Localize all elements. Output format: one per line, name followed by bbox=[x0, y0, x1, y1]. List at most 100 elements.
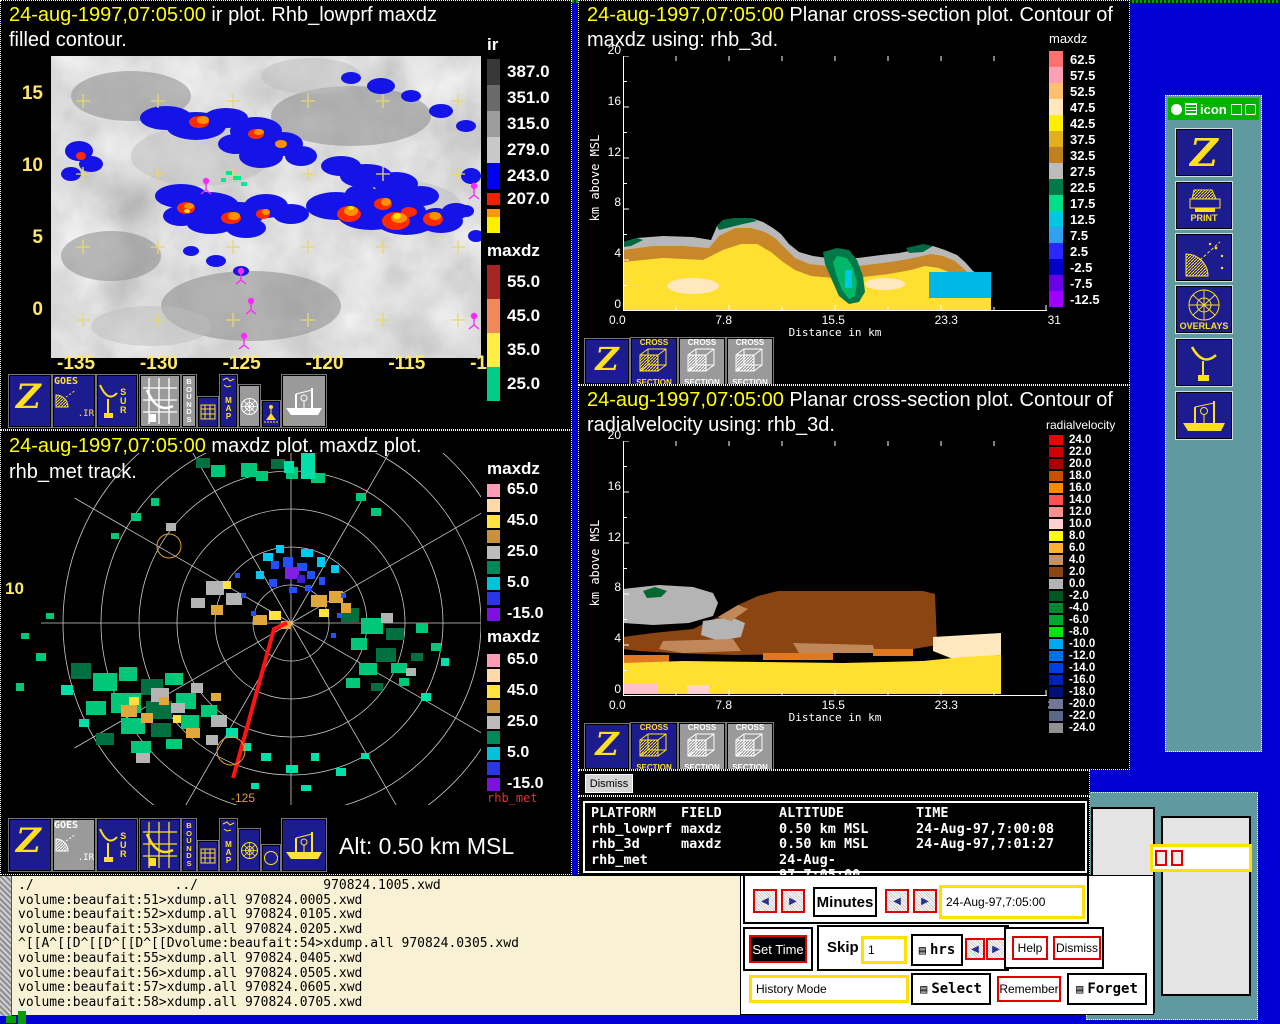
time-control-window: ◀ ▶ Minutes ◀ ▶ 24-Aug-97,7:05:00 Set Ti… bbox=[740, 875, 1154, 1015]
polar-grid-button[interactable] bbox=[239, 829, 260, 871]
dismiss-button[interactable]: Dismiss bbox=[585, 774, 633, 793]
grid-radar-button[interactable] bbox=[140, 819, 180, 871]
radar-dish-icon bbox=[98, 825, 120, 865]
remember-button[interactable]: Remember bbox=[997, 976, 1061, 1002]
xs2-plot[interactable] bbox=[623, 441, 1047, 696]
ppi-colorbar1-title: maxdz bbox=[487, 459, 540, 479]
goes-ir-button[interactable]: GOES .IR bbox=[53, 819, 95, 871]
table-row: rhb_lowprfmaxdz 0.50 km MSL24-Aug-97,7:0… bbox=[591, 822, 1083, 838]
zebra-logo-button[interactable]: Z bbox=[9, 375, 51, 427]
z-logo-icon: Z bbox=[1190, 134, 1218, 172]
overlays-button[interactable]: OVERLAYS bbox=[1176, 286, 1232, 333]
zebra-logo-button[interactable]: Z bbox=[1176, 129, 1232, 176]
sur-radar-button[interactable]: SUR bbox=[97, 819, 137, 871]
circle-button[interactable] bbox=[262, 845, 280, 871]
ppi-colorbar1: 65.045.025.05.0-15.0 bbox=[487, 481, 543, 623]
buoy-button[interactable] bbox=[262, 401, 280, 427]
print-button[interactable]: PRINT bbox=[1176, 182, 1232, 229]
cube-icon bbox=[686, 733, 718, 759]
skip-back-button[interactable]: ◀ bbox=[965, 938, 985, 960]
dismiss-button[interactable]: Dismiss bbox=[1053, 936, 1101, 960]
window-maximize-icon[interactable] bbox=[1245, 104, 1256, 115]
terminal-scrollbar[interactable] bbox=[0, 876, 12, 1016]
skip-forward-button[interactable]: ▶ bbox=[986, 938, 1006, 960]
xs1-colorbar-title: maxdz bbox=[1049, 31, 1087, 46]
menu-icon: ▤ bbox=[919, 944, 926, 956]
step-forward-button[interactable]: ▶ bbox=[781, 889, 805, 913]
units-menu-button[interactable]: ▤hrs bbox=[911, 934, 963, 966]
xs1-plot[interactable] bbox=[623, 56, 1047, 311]
help-dismiss-panel: Help Dismiss bbox=[1004, 927, 1104, 969]
goes-ir-label: .IR bbox=[54, 409, 94, 419]
background-time-field[interactable] bbox=[1150, 844, 1252, 872]
minutes-back-button[interactable]: ◀ bbox=[885, 889, 909, 913]
ship-button[interactable] bbox=[282, 819, 326, 871]
cross-section-button[interactable]: CROSS SECTION bbox=[679, 338, 725, 385]
cube-icon bbox=[638, 733, 670, 759]
skip-input-field[interactable]: 1 bbox=[861, 936, 907, 964]
cross-section-button[interactable]: CROSS SECTION bbox=[679, 723, 725, 770]
icon-panel-title: icon bbox=[1200, 102, 1228, 117]
polar-grid-button[interactable] bbox=[239, 385, 260, 427]
terminal-text: ./ ../ 970824.1005.xwdvolume:beaufait:51… bbox=[18, 879, 519, 1010]
buoy-icon bbox=[264, 404, 278, 424]
cross-section-button[interactable]: CROSS SECTION bbox=[727, 723, 773, 770]
select-button[interactable]: ▤Select bbox=[911, 973, 991, 1005]
cross-section-button-active[interactable]: CROSS SECTION bbox=[631, 338, 677, 385]
radar-antenna-button[interactable] bbox=[1176, 339, 1232, 386]
help-button[interactable]: Help bbox=[1012, 936, 1048, 960]
background-button-fragment bbox=[1155, 850, 1167, 866]
cross-section-button-active[interactable]: CROSS SECTION bbox=[631, 723, 677, 770]
xs1-title-line2: maxdz using: rhb_3d. bbox=[587, 29, 778, 52]
terminal-window[interactable]: ./ ../ 970824.1005.xwdvolume:beaufait:51… bbox=[0, 875, 742, 1015]
set-time-button[interactable]: Set Time bbox=[749, 935, 807, 963]
platform-table-window: PLATFORM FIELD ALTITUDE TIME rhb_lowprfm… bbox=[578, 796, 1090, 878]
ppi-title-line2: rhb_met track. bbox=[9, 461, 137, 484]
ir-satellite-image[interactable] bbox=[51, 56, 481, 358]
grid-radar-button[interactable] bbox=[140, 375, 180, 427]
desktop-corner-mark bbox=[6, 1016, 16, 1023]
sur-label: SUR bbox=[120, 832, 127, 859]
ir-colorbar-title: ir bbox=[487, 35, 498, 55]
history-mode-field[interactable]: History Mode bbox=[749, 975, 909, 1003]
cube-icon bbox=[734, 733, 766, 759]
ppi-colorbar2: 65.045.025.05.0-15.0 bbox=[487, 651, 543, 793]
zebra-logo-button[interactable]: Z bbox=[9, 819, 51, 871]
forget-button[interactable]: ▤Forget bbox=[1067, 973, 1147, 1005]
xs1-colorbar: 62.557.552.547.542.537.532.527.522.517.5… bbox=[1049, 51, 1100, 307]
ppi-radar-plot[interactable] bbox=[1, 453, 481, 805]
xs2-title-date: 24-aug-1997,07:05:00 bbox=[587, 389, 784, 411]
sur-radar-button[interactable]: SUR bbox=[97, 375, 137, 427]
map-button[interactable]: MAP bbox=[220, 819, 237, 871]
cross-section-button[interactable]: CROSS SECTION bbox=[727, 338, 773, 385]
zebra-logo-button[interactable]: Z bbox=[585, 724, 629, 769]
ship-button[interactable] bbox=[282, 375, 326, 427]
bounds-button[interactable]: BOUNDS bbox=[182, 819, 196, 871]
window-menu-icon[interactable] bbox=[1185, 103, 1197, 115]
ppi-y-tick: 10 bbox=[5, 579, 24, 599]
step-back-button[interactable]: ◀ bbox=[753, 889, 777, 913]
zebra-logo-button[interactable]: Z bbox=[585, 339, 629, 384]
goes-ir-button[interactable]: GOES .IR bbox=[53, 375, 95, 427]
satellite-button[interactable] bbox=[1176, 234, 1232, 281]
menu-icon: ▤ bbox=[1076, 983, 1083, 995]
window-menu-circle-icon[interactable] bbox=[1171, 104, 1182, 115]
xs1-title-date: 24-aug-1997,07:05:00 bbox=[587, 4, 784, 26]
minutes-forward-button[interactable]: ▶ bbox=[913, 889, 937, 913]
left-arrow-icon: ◀ bbox=[893, 896, 901, 907]
radar-antenna-icon bbox=[1189, 343, 1219, 383]
small-grid-button[interactable] bbox=[198, 841, 218, 871]
ppi-track-label: rhb_met bbox=[487, 791, 538, 805]
time-input-field[interactable]: 24-Aug-97,7:05:00 bbox=[939, 885, 1085, 919]
map-button[interactable]: MAP bbox=[220, 375, 237, 427]
icon-panel-titlebar[interactable]: icon bbox=[1168, 98, 1259, 120]
maxdz-ppi-window: 24-aug-1997,07:05:00 maxdz plot. maxdz p… bbox=[0, 430, 572, 875]
satellite-dish-icon bbox=[54, 387, 78, 409]
bounds-button[interactable]: BOUNDS bbox=[182, 375, 196, 427]
small-grid-button[interactable] bbox=[198, 397, 218, 427]
set-time-panel: Set Time bbox=[743, 927, 813, 971]
window-iconify-icon[interactable] bbox=[1231, 104, 1242, 115]
ship-button[interactable] bbox=[1176, 392, 1232, 439]
annotation-circle-1 bbox=[157, 534, 181, 558]
xs1-y-ticks: 201612840 bbox=[599, 43, 621, 311]
